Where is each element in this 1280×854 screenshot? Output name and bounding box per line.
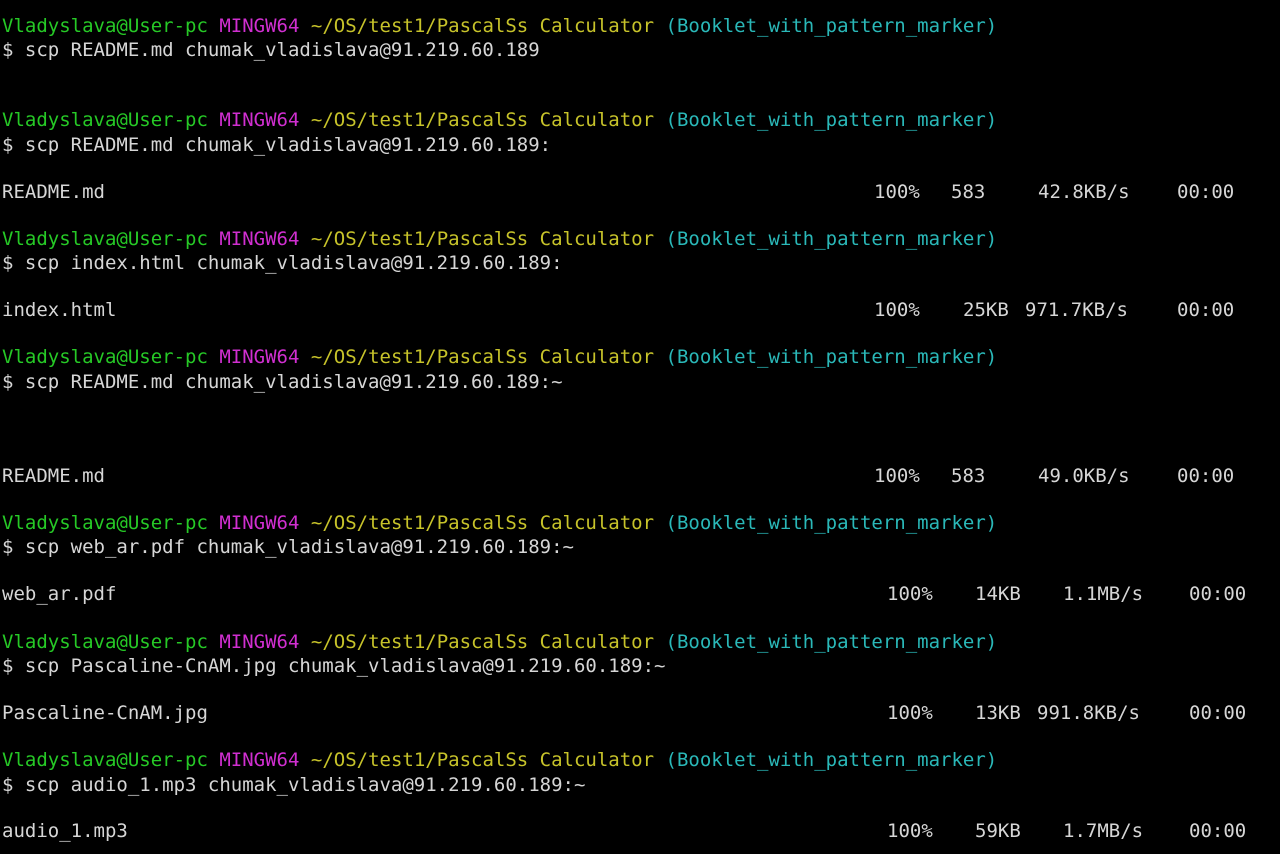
prompt-path: ~/OS/test1/PascalSs Calculator <box>310 228 655 250</box>
command-text: $ scp README.md chumak_vladislava@91.219… <box>2 371 563 393</box>
transfer-size: 59KB <box>975 820 1021 842</box>
command-text: $ scp web_ar.pdf chumak_vladislava@91.21… <box>2 536 574 558</box>
prompt-branch: (Booklet_with_pattern_marker) <box>665 15 998 37</box>
prompt-line: Vladyslava@User-pc MINGW64 ~/OS/test1/Pa… <box>2 108 997 132</box>
prompt-path: ~/OS/test1/PascalSs Calculator <box>310 346 655 368</box>
transfer-percent: 100% <box>887 583 933 605</box>
transfer-time: 00:00 <box>1189 583 1247 605</box>
transfer-file-name: README.md <box>2 465 105 487</box>
transfer-file-name: README.md <box>2 181 105 203</box>
prompt-user: Vladyslava@User-pc <box>2 228 208 250</box>
prompt-line: Vladyslava@User-pc MINGW64 ~/OS/test1/Pa… <box>2 14 997 38</box>
command-line: $ scp README.md chumak_vladislava@91.219… <box>2 370 563 394</box>
transfer-file-name: index.html <box>2 299 117 321</box>
transfer-size: 583 <box>951 465 986 487</box>
command-line: $ scp Pascaline-CnAM.jpg chumak_vladisla… <box>2 654 665 678</box>
prompt-user: Vladyslava@User-pc <box>2 631 208 653</box>
transfer-rate: 1.7MB/s <box>1063 820 1144 842</box>
transfer-percent: 100% <box>887 820 933 842</box>
prompt-path: ~/OS/test1/PascalSs Calculator <box>310 15 655 37</box>
command-line: $ scp web_ar.pdf chumak_vladislava@91.21… <box>2 535 574 559</box>
prompt-user: Vladyslava@User-pc <box>2 512 208 534</box>
prompt-branch: (Booklet_with_pattern_marker) <box>665 109 998 131</box>
command-line: $ scp index.html chumak_vladislava@91.21… <box>2 251 563 275</box>
prompt-system: MINGW64 <box>219 631 300 653</box>
prompt-system: MINGW64 <box>219 228 300 250</box>
prompt-user: Vladyslava@User-pc <box>2 749 208 771</box>
transfer-rate: 42.8KB/s <box>1038 181 1130 203</box>
prompt-path: ~/OS/test1/PascalSs Calculator <box>310 631 655 653</box>
prompt-user: Vladyslava@User-pc <box>2 15 208 37</box>
command-text: $ scp index.html chumak_vladislava@91.21… <box>2 252 563 274</box>
prompt-line: Vladyslava@User-pc MINGW64 ~/OS/test1/Pa… <box>2 630 997 654</box>
transfer-percent: 100% <box>874 299 920 321</box>
terminal-window[interactable]: Vladyslava@User-pc MINGW64 ~/OS/test1/Pa… <box>0 0 1280 854</box>
transfer-size: 13KB <box>975 702 1021 724</box>
prompt-branch: (Booklet_with_pattern_marker) <box>665 512 998 534</box>
prompt-system: MINGW64 <box>219 346 300 368</box>
transfer-rate: 49.0KB/s <box>1038 465 1130 487</box>
prompt-path: ~/OS/test1/PascalSs Calculator <box>310 109 655 131</box>
transfer-time: 00:00 <box>1177 465 1235 487</box>
transfer-file-name: audio_1.mp3 <box>2 820 128 842</box>
command-text: $ scp Pascaline-CnAM.jpg chumak_vladisla… <box>2 655 666 677</box>
command-line: $ scp README.md chumak_vladislava@91.219… <box>2 133 551 157</box>
transfer-rate: 971.7KB/s <box>1025 299 1128 321</box>
transfer-percent: 100% <box>874 181 920 203</box>
transfer-file-name: web_ar.pdf <box>2 583 117 605</box>
command-text: $ scp README.md chumak_vladislava@91.219… <box>2 39 540 61</box>
transfer-rate: 1.1MB/s <box>1063 583 1144 605</box>
command-line: $ scp README.md chumak_vladislava@91.219… <box>2 38 540 62</box>
prompt-user: Vladyslava@User-pc <box>2 346 208 368</box>
prompt-branch: (Booklet_with_pattern_marker) <box>665 228 998 250</box>
transfer-percent: 100% <box>874 465 920 487</box>
prompt-path: ~/OS/test1/PascalSs Calculator <box>310 512 655 534</box>
transfer-time: 00:00 <box>1177 299 1235 321</box>
transfer-size: 25KB <box>963 299 1009 321</box>
transfer-file-name: Pascaline-CnAM.jpg <box>2 702 208 724</box>
transfer-time: 00:00 <box>1189 702 1247 724</box>
transfer-rate: 991.8KB/s <box>1037 702 1140 724</box>
prompt-line: Vladyslava@User-pc MINGW64 ~/OS/test1/Pa… <box>2 511 997 535</box>
transfer-time: 00:00 <box>1177 181 1235 203</box>
command-text: $ scp audio_1.mp3 chumak_vladislava@91.2… <box>2 774 586 796</box>
prompt-line: Vladyslava@User-pc MINGW64 ~/OS/test1/Pa… <box>2 748 997 772</box>
prompt-line: Vladyslava@User-pc MINGW64 ~/OS/test1/Pa… <box>2 227 997 251</box>
transfer-size: 583 <box>951 181 986 203</box>
transfer-time: 00:00 <box>1189 820 1247 842</box>
prompt-user: Vladyslava@User-pc <box>2 109 208 131</box>
prompt-branch: (Booklet_with_pattern_marker) <box>665 346 998 368</box>
transfer-size: 14KB <box>975 583 1021 605</box>
prompt-line: Vladyslava@User-pc MINGW64 ~/OS/test1/Pa… <box>2 345 997 369</box>
prompt-branch: (Booklet_with_pattern_marker) <box>665 631 998 653</box>
command-line: $ scp audio_1.mp3 chumak_vladislava@91.2… <box>2 773 585 797</box>
prompt-branch: (Booklet_with_pattern_marker) <box>665 749 998 771</box>
prompt-path: ~/OS/test1/PascalSs Calculator <box>310 749 655 771</box>
prompt-system: MINGW64 <box>219 749 300 771</box>
command-text: $ scp README.md chumak_vladislava@91.219… <box>2 134 552 156</box>
prompt-system: MINGW64 <box>219 109 300 131</box>
prompt-system: MINGW64 <box>219 512 300 534</box>
prompt-system: MINGW64 <box>219 15 300 37</box>
transfer-percent: 100% <box>887 702 933 724</box>
